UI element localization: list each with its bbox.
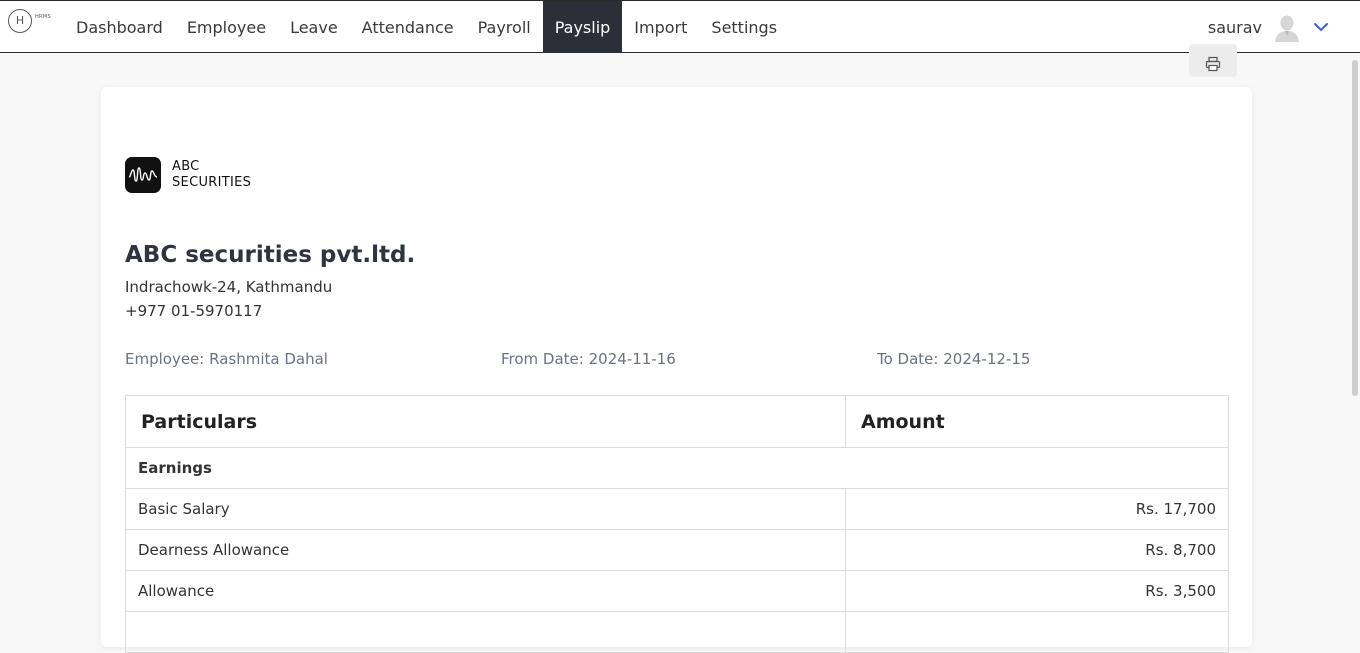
page-scrollbar[interactable] [1352, 60, 1358, 396]
table-row: Basic Salary Rs. 17,700 [126, 489, 1228, 530]
row-amount: Rs. 8,700 [1145, 541, 1216, 559]
nav-dashboard[interactable]: Dashboard [64, 1, 175, 53]
table-row [126, 612, 1228, 653]
username[interactable]: saurav [1208, 18, 1262, 37]
nav-payroll[interactable]: Payroll [466, 1, 543, 53]
print-button[interactable] [1189, 44, 1237, 77]
row-label: Basic Salary [126, 489, 846, 529]
nav-settings[interactable]: Settings [699, 1, 789, 53]
row-label: Dearness Allowance [126, 530, 846, 570]
logo-letter: H [8, 9, 32, 33]
nav-attendance[interactable]: Attendance [350, 1, 466, 53]
nav-payslip[interactable]: Payslip [542, 1, 623, 53]
company-phone: +977 01-5970117 [125, 302, 263, 320]
table-row: Allowance Rs. 3,500 [126, 571, 1228, 612]
brand-name: ABC SECURITIES [172, 159, 252, 190]
main-nav: Dashboard Employee Leave Attendance Payr… [64, 1, 789, 53]
to-date: To Date: 2024-12-15 [877, 350, 1031, 368]
section-earnings: Earnings [138, 459, 212, 477]
header-particulars: Particulars [126, 396, 846, 447]
payslip-table: Particulars Amount Earnings Basic Salary… [125, 395, 1229, 653]
nav-leave[interactable]: Leave [278, 1, 350, 53]
row-label: Allowance [126, 571, 846, 611]
nav-employee[interactable]: Employee [175, 1, 278, 53]
company-name: ABC securities pvt.ltd. [125, 242, 416, 268]
chevron-down-icon[interactable] [1312, 18, 1330, 36]
avatar[interactable] [1272, 12, 1302, 42]
hrms-logo[interactable]: H HRMS [8, 9, 52, 37]
nav-import[interactable]: Import [622, 1, 699, 53]
row-amount: Rs. 3,500 [1145, 582, 1216, 600]
top-navbar: H HRMS Dashboard Employee Leave Attendan… [0, 0, 1360, 53]
from-date: From Date: 2024-11-16 [501, 350, 676, 368]
header-amount: Amount [861, 410, 945, 433]
printer-icon [1205, 56, 1221, 71]
table-row: Dearness Allowance Rs. 8,700 [126, 530, 1228, 571]
brand-mark-icon [125, 157, 161, 193]
payslip-card: ABC SECURITIES ABC securities pvt.ltd. I… [101, 87, 1252, 653]
section-row: Earnings [126, 448, 1228, 489]
table-header: Particulars Amount [126, 396, 1228, 448]
row-amount [846, 612, 1228, 652]
row-label [126, 612, 846, 652]
row-amount: Rs. 17,700 [1135, 500, 1216, 518]
employee-name: Employee: Rashmita Dahal [125, 350, 328, 368]
logo-subtext: HRMS [35, 14, 51, 20]
company-logo: ABC SECURITIES [125, 157, 251, 193]
company-address: Indrachowk-24, Kathmandu [125, 278, 333, 296]
